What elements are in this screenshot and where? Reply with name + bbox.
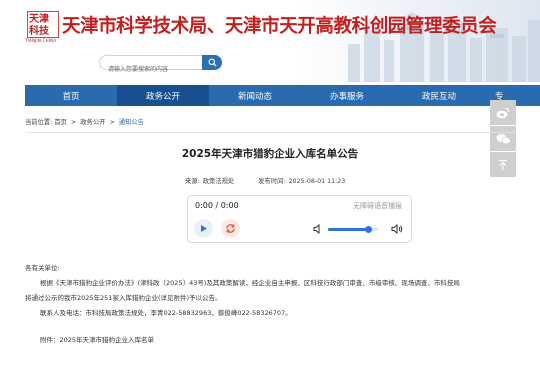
nav-item-interaction[interactable]: 政民互动 [393, 85, 485, 106]
logo-caption: TIANJIN·CHINA [25, 38, 57, 43]
duration: 0:00 [220, 201, 239, 210]
breadcrumb-item-home[interactable]: 首页 [54, 119, 67, 126]
nav-item-home[interactable]: 首页 [25, 85, 117, 106]
greeting: 各有关单位: [25, 264, 60, 272]
contact-info: 联系人及电话：市科技局政策法规处，李青022-58832963，蔡俊峰022-5… [40, 309, 292, 317]
search-button[interactable] [202, 55, 222, 70]
breadcrumb: 当前位置: 首页 > 政务公开 > 通知公告 [25, 117, 144, 126]
volume-fill [328, 228, 368, 231]
article-meta: 来源: 政策法规处 发布时间: 2025-08-01 11:23 [185, 176, 348, 185]
nav-item-government-affairs[interactable]: 政务公开 [117, 85, 209, 106]
svg-text:天津: 天津 [29, 12, 49, 25]
audio-player: 0:00 / 0:00 无障碍语音播报 [187, 195, 412, 243]
search-box[interactable] [99, 55, 203, 76]
loop-button[interactable] [221, 219, 240, 238]
play-button[interactable] [194, 219, 213, 238]
breadcrumb-separator: > [109, 119, 115, 126]
volume-knob[interactable] [365, 226, 372, 233]
content-divider [25, 132, 515, 133]
publish-time: 2025-08-01 11:23 [288, 178, 346, 185]
article-source: 政策法规处 [202, 178, 235, 185]
search-icon [208, 58, 217, 67]
accessibility-voice-label: 无障碍语音播报 [353, 202, 402, 210]
loop-icon [226, 224, 235, 233]
volume-low-icon[interactable] [313, 224, 322, 234]
article-title: 2025年天津市猎豹企业入库名单公告 [181, 148, 359, 160]
wechat-icon [496, 133, 511, 144]
side-toolbar [490, 100, 516, 178]
nav-item-news[interactable]: 新闻动态 [209, 85, 301, 106]
nav-item-services[interactable]: 办事服务 [301, 85, 393, 106]
volume-high-icon[interactable] [391, 224, 403, 234]
breadcrumb-prefix: 当前位置: [25, 119, 53, 126]
breadcrumb-separator: > [70, 119, 77, 126]
player-time: 0:00 / 0:00 [195, 201, 239, 210]
svg-text:科技: 科技 [29, 24, 50, 37]
breadcrumb-item-notices[interactable]: 通知公告 [119, 119, 144, 126]
site-header: 天津 科技 TIANJIN·CHINA 天津市科学技术局、天津市天开高教科创园管… [0, 0, 540, 82]
source-label: 来源: [185, 178, 200, 185]
time-label: 发布时间: [258, 178, 286, 185]
main-nav: 首页 政务公开 新闻动态 办事服务 政民互动 专 [25, 85, 540, 106]
breadcrumb-item-government-affairs[interactable]: 政务公开 [80, 119, 105, 126]
volume-slider[interactable] [328, 226, 378, 233]
body-paragraph-1: 根据《天津市猎豹企业评价办法》(津科政〔2025〕43号)及其政策解读，经企业自… [40, 279, 460, 287]
body-paragraph-2: 将通过公示的我市2025年251家入库猎豹企业(详见附件)予以公告。 [25, 294, 222, 302]
weibo-icon [496, 107, 510, 118]
play-icon [201, 225, 207, 232]
current-time: 0:00 [195, 201, 213, 210]
weibo-share-button[interactable] [490, 100, 516, 125]
attachment-link[interactable]: 附件：2025年天津市猎豹企业入库名单 [40, 334, 154, 344]
search-input[interactable] [100, 63, 202, 76]
site-title: 天津市科学技术局、天津市天开高教科创园管理委员会 [62, 16, 497, 37]
